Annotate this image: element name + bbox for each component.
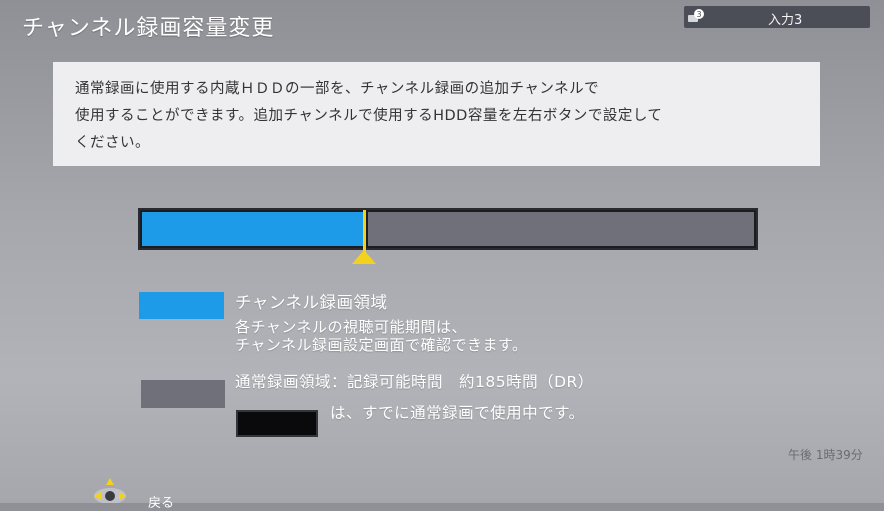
instruction-panel: 通常録画に使用する内蔵ＨＤＤの一部を、チャンネル録画の追加チャンネルで 使用する… bbox=[53, 62, 820, 166]
input-label: 入力3 bbox=[768, 13, 803, 28]
clock: 午後 1時39分 bbox=[788, 448, 863, 462]
notification-count: 3 bbox=[696, 10, 701, 19]
normal-area-swatch bbox=[141, 380, 225, 408]
capacity-slider-line[interactable] bbox=[363, 210, 366, 254]
channel-area-desc-line-2: チャンネル録画設定画面で確認できます。 bbox=[235, 336, 528, 354]
instruction-line-1: 通常録画に使用する内蔵ＨＤＤの一部を、チャンネル録画の追加チャンネルで bbox=[75, 81, 600, 97]
capacity-slider-handle[interactable] bbox=[352, 250, 376, 264]
page-title: チャンネル録画容量変更 bbox=[22, 16, 275, 41]
used-area-swatch bbox=[236, 410, 318, 437]
channel-area-swatch bbox=[139, 292, 224, 319]
instruction-line-2: 使用することができます。追加チャンネルで使用するHDD容量を左右ボタンで設定して bbox=[75, 108, 663, 124]
notification-icon: 3 bbox=[688, 9, 704, 22]
normal-area-label: 通常録画領域：記録可能時間 約185時間（DR） bbox=[235, 373, 594, 391]
channel-recording-segment bbox=[142, 212, 365, 246]
input-source-badge: 3 入力3 bbox=[684, 6, 870, 28]
used-area-label: は、すでに通常録画で使用中です。 bbox=[330, 404, 585, 422]
instruction-line-3: ください。 bbox=[75, 135, 150, 151]
back-label: 戻る bbox=[148, 496, 175, 511]
channel-area-label: チャンネル録画領域 bbox=[235, 293, 388, 312]
hdd-capacity-bar[interactable] bbox=[138, 208, 758, 250]
normal-recording-segment bbox=[368, 212, 754, 246]
dpad-icon bbox=[94, 478, 126, 503]
